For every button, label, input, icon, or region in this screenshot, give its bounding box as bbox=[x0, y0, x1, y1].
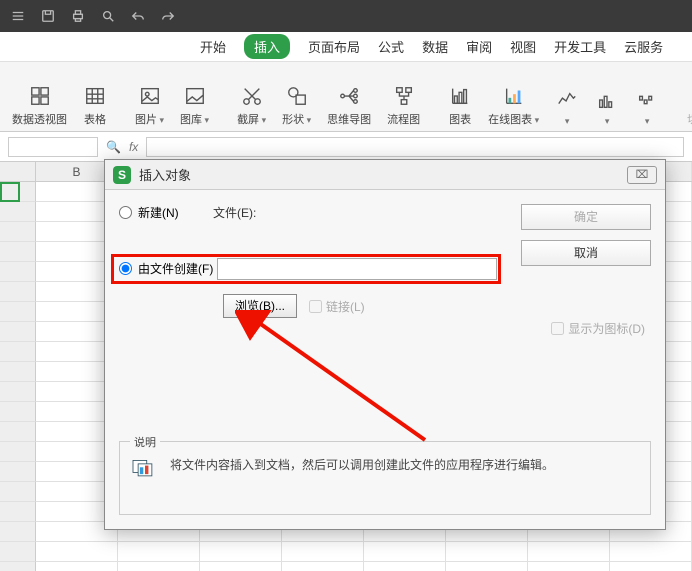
radio-file-row[interactable]: 由文件创建(F) bbox=[119, 260, 213, 277]
ribbon-spark3[interactable] bbox=[629, 62, 665, 131]
ribbon-label: 形状 bbox=[282, 111, 311, 127]
dialog-title: 插入对象 bbox=[139, 165, 191, 184]
dialog-titlebar: S 插入对象 ⌧ bbox=[105, 160, 665, 190]
radio-new[interactable] bbox=[119, 206, 132, 219]
show-as-icon-checkbox bbox=[551, 322, 564, 335]
undo-icon[interactable] bbox=[130, 8, 146, 24]
ribbon-label bbox=[565, 115, 570, 127]
radio-new-label: 新建(N) bbox=[138, 204, 179, 221]
menu-view[interactable]: 视图 bbox=[510, 37, 536, 56]
formula-bar: 🔍 fx bbox=[0, 132, 692, 162]
link-label: 链接(L) bbox=[326, 298, 365, 315]
print-icon[interactable] bbox=[70, 8, 86, 24]
arrow-annotation bbox=[235, 310, 435, 450]
ribbon-screenshot[interactable]: 截屏 bbox=[231, 62, 272, 131]
ribbon-table[interactable]: 表格 bbox=[77, 62, 113, 131]
gallery-icon bbox=[183, 84, 207, 108]
show-as-icon-row: 显示为图标(D) bbox=[551, 320, 645, 337]
ribbon-spark1[interactable] bbox=[549, 62, 585, 131]
menu-insert[interactable]: 插入 bbox=[244, 34, 290, 59]
ribbon-picture[interactable]: 图片 bbox=[129, 62, 170, 131]
ribbon-label: 截屏 bbox=[237, 111, 266, 127]
ribbon: 数据透视图 表格 图片 图库 截屏 形状 思维导图 流程图 图表 在线图表 bbox=[0, 62, 692, 132]
menu-icon[interactable] bbox=[10, 8, 26, 24]
ribbon-gallery[interactable]: 图库 bbox=[174, 62, 215, 131]
ribbon-label: 思维导图 bbox=[327, 111, 371, 127]
ribbon-label bbox=[645, 115, 650, 127]
ribbon-label: 图片 bbox=[135, 111, 164, 127]
app-icon: S bbox=[113, 166, 131, 184]
menu-page-layout[interactable]: 页面布局 bbox=[308, 37, 360, 56]
ribbon-label: 切片器 bbox=[687, 111, 692, 127]
description-title: 说明 bbox=[130, 434, 160, 450]
link-checkbox-row: 链接(L) bbox=[309, 298, 365, 315]
menu-formula[interactable]: 公式 bbox=[378, 37, 404, 56]
shapes-icon bbox=[285, 84, 309, 108]
ribbon-mindmap[interactable]: 思维导图 bbox=[321, 62, 377, 131]
sparkline-icon bbox=[555, 88, 579, 112]
menu-bar: 开始 插入 页面布局 公式 数据 审阅 视图 开发工具 云服务 bbox=[0, 32, 692, 62]
name-box[interactable] bbox=[8, 137, 98, 157]
pivot-icon bbox=[28, 84, 52, 108]
menu-start[interactable]: 开始 bbox=[200, 37, 226, 56]
redo-icon[interactable] bbox=[160, 8, 176, 24]
ribbon-pivot[interactable]: 数据透视图 bbox=[6, 62, 73, 131]
flowchart-icon bbox=[392, 84, 416, 108]
menu-data[interactable]: 数据 bbox=[422, 37, 448, 56]
ribbon-label: 表格 bbox=[84, 111, 106, 127]
show-as-icon-label: 显示为图标(D) bbox=[568, 320, 645, 337]
file-label: 文件(E): bbox=[213, 204, 256, 221]
chart-icon bbox=[448, 84, 472, 108]
ribbon-shapes[interactable]: 形状 bbox=[276, 62, 317, 131]
ribbon-spark2[interactable] bbox=[589, 62, 625, 131]
cancel-button[interactable]: 取消 bbox=[521, 240, 651, 266]
fx-label: fx bbox=[129, 140, 138, 154]
close-button[interactable]: ⌧ bbox=[627, 166, 657, 184]
browse-button[interactable]: 浏览(B)... bbox=[223, 294, 297, 318]
ribbon-slicer: 切片器 bbox=[681, 62, 692, 131]
mindmap-icon bbox=[337, 84, 361, 108]
ribbon-online-chart[interactable]: 在线图表 bbox=[482, 62, 545, 131]
formula-input[interactable] bbox=[146, 137, 684, 157]
picture-icon bbox=[138, 84, 162, 108]
ribbon-label: 在线图表 bbox=[488, 111, 539, 127]
winloss-icon bbox=[635, 88, 659, 112]
ribbon-flowchart[interactable]: 流程图 bbox=[381, 62, 426, 131]
ok-button[interactable]: 确定 bbox=[521, 204, 651, 230]
file-path-input[interactable] bbox=[217, 258, 497, 280]
link-checkbox bbox=[309, 300, 322, 313]
ribbon-label: 数据透视图 bbox=[12, 111, 67, 127]
description-panel: 说明 将文件内容插入到文档，然后可以调用创建此文件的应用程序进行编辑。 bbox=[119, 441, 651, 515]
menu-devtools[interactable]: 开发工具 bbox=[554, 37, 606, 56]
preview-icon[interactable] bbox=[100, 8, 116, 24]
save-icon[interactable] bbox=[40, 8, 56, 24]
scissor-icon bbox=[240, 84, 264, 108]
online-chart-icon bbox=[502, 84, 526, 108]
zoom-icon[interactable]: 🔍 bbox=[106, 140, 121, 154]
ribbon-label: 图表 bbox=[449, 111, 471, 127]
title-bar bbox=[0, 0, 692, 32]
ribbon-chart[interactable]: 图表 bbox=[442, 62, 478, 131]
description-icon bbox=[130, 456, 160, 482]
insert-object-dialog: S 插入对象 ⌧ 新建(N) 文件(E): 由文件创建(F) 确定 取消 浏览(… bbox=[104, 159, 666, 530]
sparkcolumn-icon bbox=[595, 88, 619, 112]
menu-cloud[interactable]: 云服务 bbox=[624, 37, 663, 56]
description-text: 将文件内容插入到文档，然后可以调用创建此文件的应用程序进行编辑。 bbox=[170, 456, 640, 474]
radio-file-label: 由文件创建(F) bbox=[138, 260, 213, 277]
menu-review[interactable]: 审阅 bbox=[466, 37, 492, 56]
radio-from-file[interactable] bbox=[119, 262, 132, 275]
ribbon-label: 图库 bbox=[180, 111, 209, 127]
ribbon-label: 流程图 bbox=[387, 111, 420, 127]
table-icon bbox=[83, 84, 107, 108]
ribbon-label bbox=[605, 115, 610, 127]
